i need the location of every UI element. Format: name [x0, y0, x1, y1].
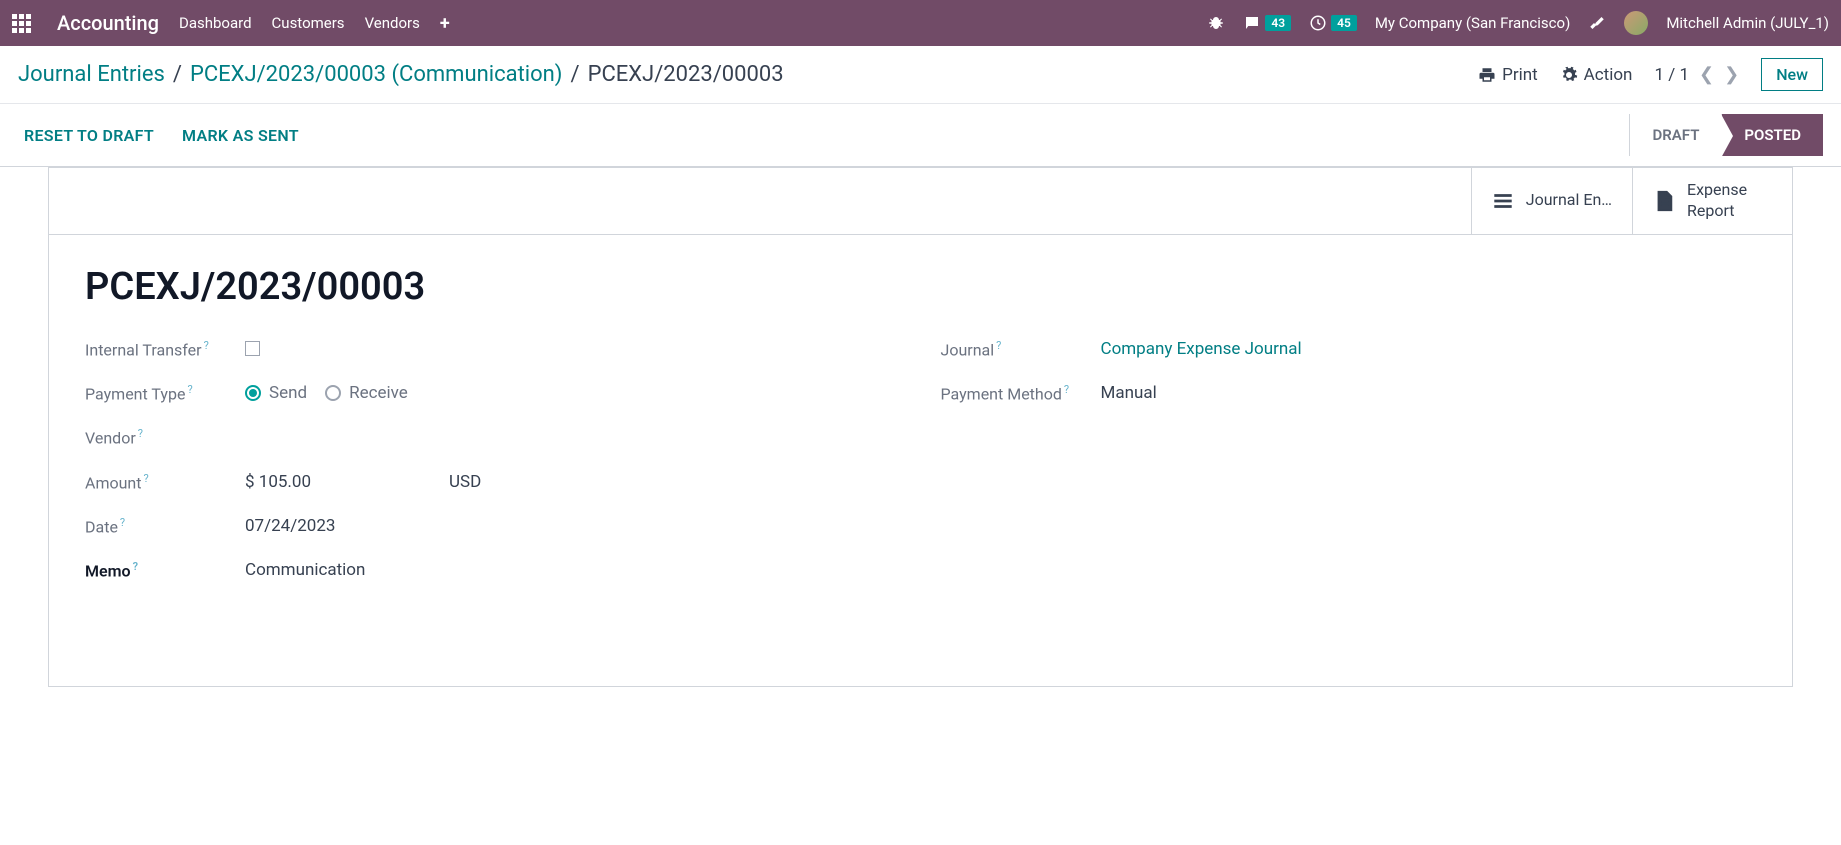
- top-navbar: Accounting Dashboard Customers Vendors +…: [0, 0, 1841, 46]
- amount-value: $ 105.00: [245, 472, 311, 492]
- company-selector[interactable]: My Company (San Francisco): [1375, 14, 1570, 32]
- nav-dashboard[interactable]: Dashboard: [179, 10, 252, 36]
- field-vendor: Vendor?: [85, 427, 901, 447]
- mark-as-sent-button[interactable]: MARK AS SENT: [182, 126, 299, 145]
- stat-button-box: Journal En… Expense Report: [49, 168, 1792, 235]
- field-memo: Memo? Communication: [85, 560, 901, 580]
- activities-badge: 45: [1331, 15, 1357, 31]
- bug-icon[interactable]: [1207, 14, 1225, 32]
- clock-icon: [1309, 14, 1327, 32]
- gear-icon: [1560, 66, 1578, 84]
- field-amount: Amount? $ 105.00 USD: [85, 472, 901, 492]
- field-internal-transfer: Internal Transfer?: [85, 339, 901, 359]
- pager-count[interactable]: 1 / 1: [1654, 65, 1689, 85]
- status-posted[interactable]: POSTED: [1721, 114, 1823, 156]
- form-sheet: Journal En… Expense Report PCEXJ/2023/00…: [48, 167, 1793, 687]
- radio-unchecked-icon: [325, 385, 341, 401]
- messages-button[interactable]: 43: [1243, 14, 1291, 32]
- user-menu[interactable]: Mitchell Admin (JULY_1): [1666, 14, 1829, 32]
- payment-method-value: Manual: [1101, 383, 1157, 403]
- breadcrumb: Journal Entries / PCEXJ/2023/00003 (Comm…: [18, 62, 1478, 87]
- nav-new-menu[interactable]: +: [440, 9, 450, 38]
- app-brand[interactable]: Accounting: [57, 11, 159, 35]
- document-icon: [1653, 190, 1675, 212]
- internal-transfer-checkbox[interactable]: [245, 341, 260, 356]
- activities-button[interactable]: 45: [1309, 14, 1357, 32]
- status-draft[interactable]: DRAFT: [1629, 114, 1721, 156]
- pager-prev[interactable]: ❮: [1699, 64, 1714, 85]
- status-bar: RESET TO DRAFT MARK AS SENT DRAFT POSTED: [0, 104, 1841, 167]
- chat-icon: [1243, 14, 1261, 32]
- field-payment-method: Payment Method? Manual: [941, 383, 1757, 403]
- payment-type-send-radio[interactable]: Send: [245, 383, 307, 403]
- record-title: PCEXJ/2023/00003: [85, 265, 1756, 309]
- journal-entry-stat-button[interactable]: Journal En…: [1471, 168, 1632, 234]
- pager: 1 / 1 ❮ ❯: [1654, 64, 1739, 85]
- avatar[interactable]: [1624, 11, 1648, 35]
- pager-next[interactable]: ❯: [1724, 64, 1739, 85]
- date-value: 07/24/2023: [245, 516, 335, 536]
- control-bar: Journal Entries / PCEXJ/2023/00003 (Comm…: [0, 46, 1841, 104]
- field-journal: Journal? Company Expense Journal: [941, 339, 1757, 359]
- breadcrumb-l1[interactable]: Journal Entries: [18, 62, 165, 87]
- action-button[interactable]: Action: [1560, 65, 1633, 85]
- field-payment-type: Payment Type? Send Receive: [85, 383, 901, 403]
- apps-icon[interactable]: [12, 14, 31, 33]
- nav-customers[interactable]: Customers: [272, 10, 345, 36]
- breadcrumb-current: PCEXJ/2023/00003: [588, 62, 784, 87]
- print-icon: [1478, 66, 1496, 84]
- payment-type-receive-radio[interactable]: Receive: [325, 383, 408, 403]
- print-button[interactable]: Print: [1478, 65, 1538, 85]
- tools-icon[interactable]: [1588, 14, 1606, 32]
- field-date: Date? 07/24/2023: [85, 516, 901, 536]
- radio-checked-icon: [245, 385, 261, 401]
- list-icon: [1492, 190, 1514, 212]
- status-steps: DRAFT POSTED: [1629, 114, 1823, 156]
- breadcrumb-l2[interactable]: PCEXJ/2023/00003 (Communication): [190, 62, 563, 87]
- messages-badge: 43: [1265, 15, 1291, 31]
- memo-value: Communication: [245, 560, 365, 580]
- nav-vendors[interactable]: Vendors: [365, 10, 420, 36]
- new-button[interactable]: New: [1761, 58, 1823, 91]
- expense-report-stat-button[interactable]: Expense Report: [1632, 168, 1792, 234]
- currency-value: USD: [449, 472, 481, 492]
- journal-link[interactable]: Company Expense Journal: [1101, 339, 1302, 359]
- reset-to-draft-button[interactable]: RESET TO DRAFT: [24, 126, 154, 145]
